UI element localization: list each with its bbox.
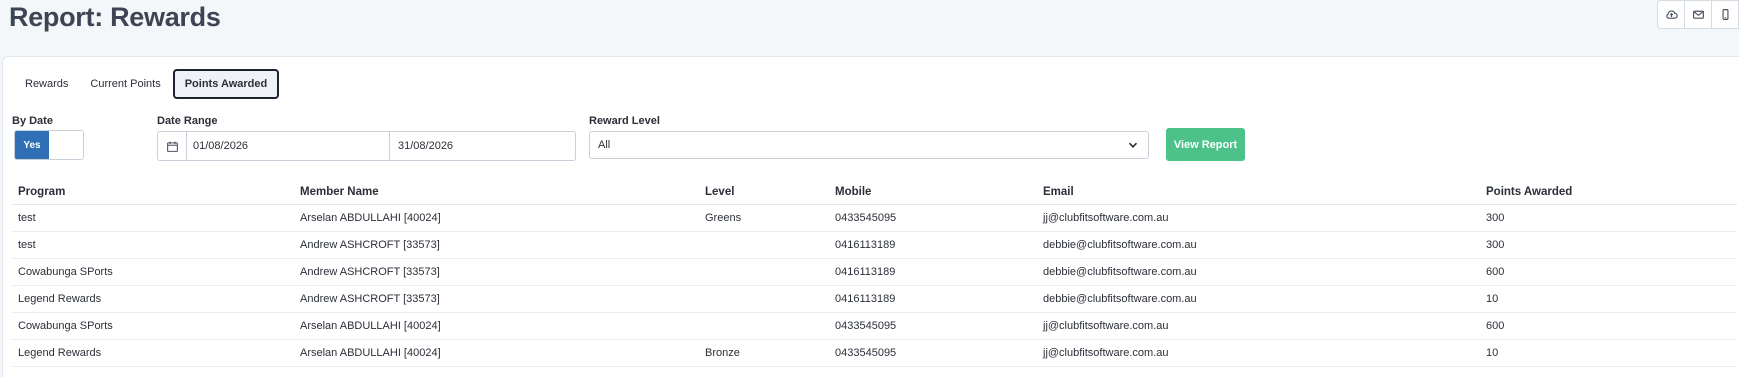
cell-program: Legend Rewards bbox=[12, 285, 294, 313]
member-name-link[interactable]: Arselan ABDULLAHI [40024] bbox=[294, 204, 699, 232]
by-date-label: By Date bbox=[12, 115, 53, 127]
view-report-button[interactable]: View Report bbox=[1166, 128, 1245, 161]
table-row: test Andrew ASHCROFT [33573] 0416113189 … bbox=[12, 231, 1737, 259]
cell-points-awarded: 10 bbox=[1480, 339, 1737, 367]
cell-mobile: 0433545095 bbox=[829, 204, 1037, 232]
member-name-link[interactable]: Arselan ABDULLAHI [40024] bbox=[294, 339, 699, 367]
tab-rewards[interactable]: Rewards bbox=[15, 69, 78, 99]
reward-level-select[interactable]: All bbox=[589, 131, 1149, 159]
cell-points-awarded: 300 bbox=[1480, 204, 1737, 232]
cell-points-awarded: 600 bbox=[1480, 312, 1737, 340]
cell-mobile: 0433545095 bbox=[829, 312, 1037, 340]
column-header-email: Email bbox=[1037, 180, 1480, 205]
report-tabs: Rewards Current Points Points Awarded bbox=[15, 69, 281, 99]
cell-points-awarded: 600 bbox=[1480, 258, 1737, 286]
cell-program: Cowabunga SPorts bbox=[12, 258, 294, 286]
cell-points-awarded: 300 bbox=[1480, 231, 1737, 259]
table-row: Legend Rewards Andrew ASHCROFT [33573] 0… bbox=[12, 285, 1737, 313]
column-header-level: Level bbox=[699, 180, 829, 205]
cell-email: debbie@clubfitsoftware.com.au bbox=[1037, 258, 1480, 286]
tab-current-points[interactable]: Current Points bbox=[80, 69, 170, 99]
table-row: Cowabunga SPorts Arselan ABDULLAHI [4002… bbox=[12, 312, 1737, 340]
reward-level-value: All bbox=[598, 139, 611, 151]
cell-level: Greens bbox=[699, 204, 829, 232]
top-actions-group bbox=[1657, 0, 1739, 29]
page-title: Report: Rewards bbox=[9, 2, 221, 32]
reward-level-label: Reward Level bbox=[589, 115, 660, 127]
cell-level bbox=[699, 312, 829, 340]
cell-email: jj@clubfitsoftware.com.au bbox=[1037, 339, 1480, 367]
cell-program: test bbox=[12, 204, 294, 232]
cell-email: debbie@clubfitsoftware.com.au bbox=[1037, 285, 1480, 313]
table-row: Legend Rewards Arselan ABDULLAHI [40024]… bbox=[12, 339, 1737, 367]
member-name-link[interactable]: Arselan ABDULLAHI [40024] bbox=[294, 312, 699, 340]
column-header-points-awarded: Points Awarded bbox=[1480, 180, 1737, 205]
member-name-link[interactable]: Andrew ASHCROFT [33573] bbox=[294, 285, 699, 313]
by-date-toggle[interactable]: Yes bbox=[14, 130, 84, 160]
member-name-link[interactable]: Andrew ASHCROFT [33573] bbox=[294, 258, 699, 286]
table-header-row: Program Member Name Level Mobile Email P… bbox=[12, 180, 1737, 205]
by-date-toggle-yes[interactable]: Yes bbox=[15, 131, 49, 159]
envelope-icon[interactable] bbox=[1685, 1, 1712, 28]
calendar-icon[interactable] bbox=[158, 132, 187, 160]
date-from-input[interactable]: 01/08/2026 bbox=[187, 132, 390, 160]
cell-points-awarded: 10 bbox=[1480, 285, 1737, 313]
mobile-icon[interactable] bbox=[1712, 1, 1739, 28]
date-range-field: 01/08/2026 31/08/2026 bbox=[157, 131, 576, 161]
cell-email: debbie@clubfitsoftware.com.au bbox=[1037, 231, 1480, 259]
cell-mobile: 0416113189 bbox=[829, 258, 1037, 286]
cell-program: Legend Rewards bbox=[12, 339, 294, 367]
tab-points-awarded[interactable]: Points Awarded bbox=[172, 69, 280, 99]
cell-mobile: 0416113189 bbox=[829, 231, 1037, 259]
column-header-member-name: Member Name bbox=[294, 180, 699, 205]
cloud-upload-icon[interactable] bbox=[1658, 1, 1685, 28]
column-header-program: Program bbox=[12, 180, 294, 205]
cell-level bbox=[699, 285, 829, 313]
date-range-label: Date Range bbox=[157, 115, 218, 127]
table-row: test Arselan ABDULLAHI [40024] Greens 04… bbox=[12, 204, 1737, 232]
cell-level: Bronze bbox=[699, 339, 829, 367]
points-awarded-table: Program Member Name Level Mobile Email P… bbox=[12, 180, 1737, 367]
chevron-down-icon bbox=[1128, 140, 1138, 153]
cell-mobile: 0416113189 bbox=[829, 285, 1037, 313]
cell-program: Cowabunga SPorts bbox=[12, 312, 294, 340]
member-name-link[interactable]: Andrew ASHCROFT [33573] bbox=[294, 231, 699, 259]
cell-program: test bbox=[12, 231, 294, 259]
cell-level bbox=[699, 258, 829, 286]
cell-mobile: 0433545095 bbox=[829, 339, 1037, 367]
cell-email: jj@clubfitsoftware.com.au bbox=[1037, 312, 1480, 340]
cell-level bbox=[699, 231, 829, 259]
cell-email: jj@clubfitsoftware.com.au bbox=[1037, 204, 1480, 232]
date-to-input[interactable]: 31/08/2026 bbox=[390, 132, 575, 160]
table-row: Cowabunga SPorts Andrew ASHCROFT [33573]… bbox=[12, 258, 1737, 286]
column-header-mobile: Mobile bbox=[829, 180, 1037, 205]
